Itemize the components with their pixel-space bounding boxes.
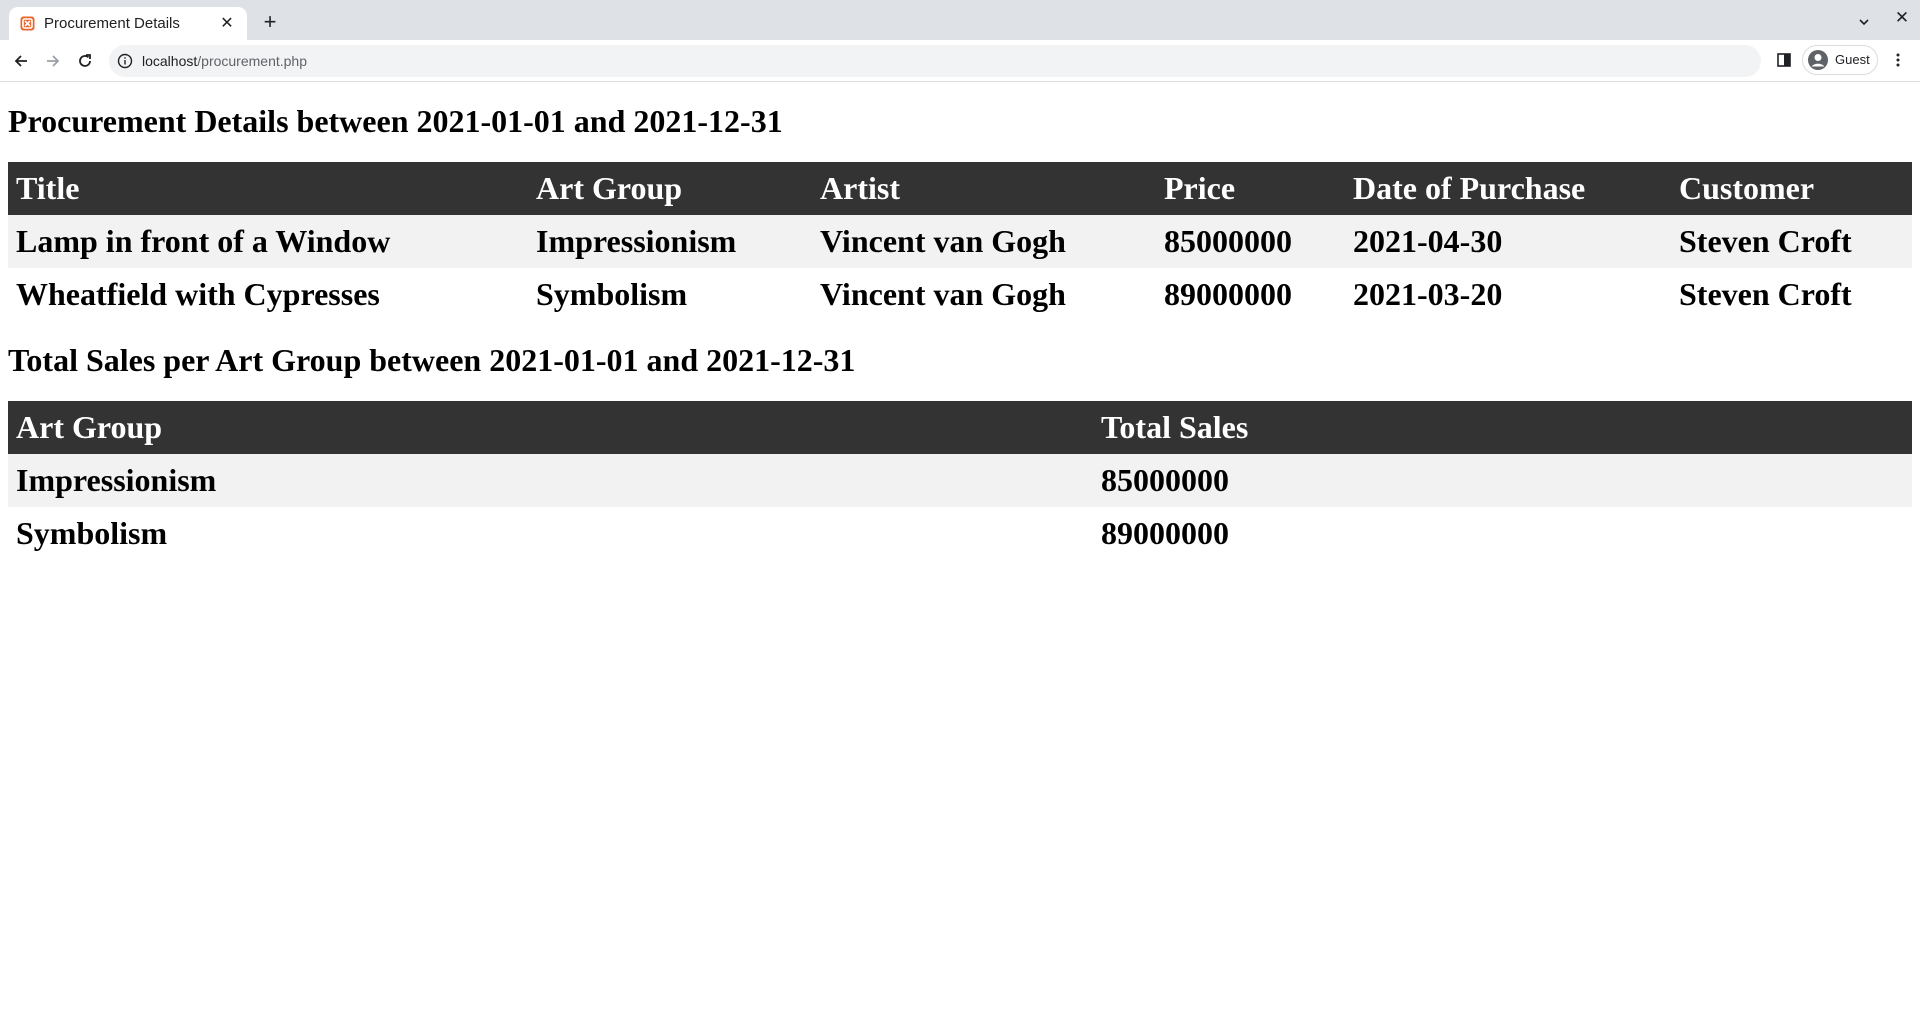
avatar-icon [1807,49,1829,71]
column-header: Art Group [536,170,683,206]
table-row: Symbolism 89000000 [8,507,1912,560]
table-cell: Vincent van Gogh [820,223,1066,259]
table-cell: 2021-04-30 [1353,223,1503,259]
table-cell: Symbolism [16,515,168,551]
url-path: /procurement.php [197,53,307,69]
table-header-row: Title Art Group Artist Price Date of Pur… [8,162,1912,215]
forward-arrow-icon[interactable] [40,48,66,74]
plus-icon[interactable]: + [258,10,282,34]
side-panel-icon[interactable] [1772,48,1796,72]
chevron-down-icon[interactable] [1852,10,1876,34]
column-header: Date of Purchase [1353,170,1586,206]
table-cell: 85000000 [1164,223,1292,259]
table-cell: Impressionism [16,462,217,498]
close-icon[interactable]: ✕ [215,11,239,35]
table-row: Wheatfield with Cypresses Symbolism Vinc… [8,268,1912,321]
table-cell: 2021-03-20 [1353,276,1503,312]
table-cell: Impressionism [536,223,737,259]
reload-icon[interactable] [72,48,98,74]
window-close-icon[interactable]: ✕ [1890,6,1914,30]
browser-toolbar: localhost/procurement.php Guest [0,40,1920,82]
profile-button[interactable]: Guest [1802,45,1878,75]
column-header: Price [1164,170,1236,206]
table-cell: 85000000 [1101,462,1229,498]
table-cell: Wheatfield with Cypresses [16,276,380,312]
table-header-row: Art Group Total Sales [8,401,1912,454]
totals-heading: Total Sales per Art Group between 2021-0… [8,342,856,378]
details-heading: Procurement Details between 2021-01-01 a… [8,103,783,139]
url-text: localhost/procurement.php [142,53,307,69]
tab-strip: Procurement Details ✕ + ✕ [0,0,1920,40]
back-arrow-icon[interactable] [8,48,34,74]
table-cell: Steven Croft [1679,223,1852,259]
profile-label: Guest [1835,52,1870,67]
kebab-menu-icon[interactable] [1886,48,1910,72]
xampp-favicon-icon [20,16,35,31]
table-row: Impressionism 85000000 [8,454,1912,507]
column-header: Title [16,170,80,206]
table-cell: Steven Croft [1679,276,1852,312]
total-sales-table: Art Group Total Sales Impressionism 8500… [8,401,1912,560]
column-header: Total Sales [1101,409,1249,445]
url-host: localhost [142,53,198,69]
procurement-details-table: Title Art Group Artist Price Date of Pur… [8,162,1912,321]
table-cell: 89000000 [1164,276,1292,312]
table-row: Lamp in front of a Window Impressionism … [8,215,1912,268]
tab-title: Procurement Details [44,15,180,32]
table-cell: 89000000 [1101,515,1229,551]
column-header: Art Group [16,409,163,445]
table-cell: Vincent van Gogh [820,276,1066,312]
browser-tab[interactable]: Procurement Details ✕ [9,7,247,40]
page-content: Procurement Details between 2021-01-01 a… [0,82,1920,1026]
table-cell: Symbolism [536,276,688,312]
column-header: Customer [1679,170,1815,206]
table-cell: Lamp in front of a Window [16,223,391,259]
info-icon[interactable] [117,53,133,69]
address-bar[interactable]: localhost/procurement.php [109,45,1761,77]
column-header: Artist [820,170,900,206]
